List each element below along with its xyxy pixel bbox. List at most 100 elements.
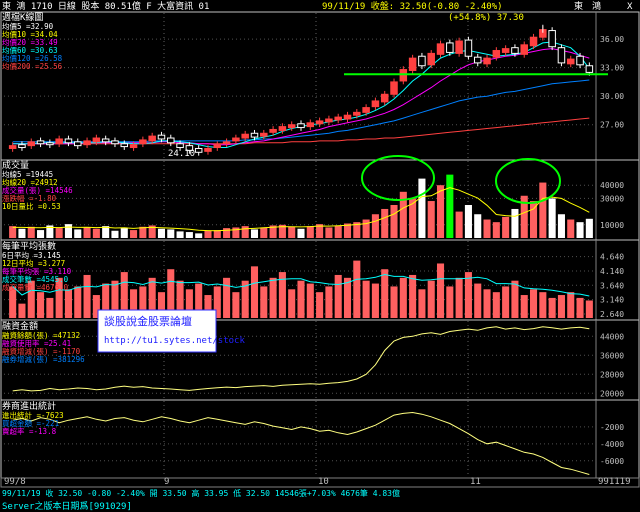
candle-body bbox=[557, 47, 566, 64]
avg-bar bbox=[232, 292, 240, 318]
volume-bar bbox=[427, 201, 435, 238]
candle-body bbox=[148, 135, 156, 142]
candle-body bbox=[92, 137, 101, 143]
volume-bar bbox=[260, 227, 268, 238]
volume-bar bbox=[464, 205, 472, 238]
volume-bar bbox=[418, 178, 426, 238]
volume-axis-tick: 30000 bbox=[600, 194, 624, 203]
candle-body bbox=[27, 141, 36, 147]
close-button[interactable]: X bbox=[627, 2, 633, 12]
volume-bar bbox=[436, 185, 445, 238]
avg-bar bbox=[502, 286, 510, 318]
header-left: 東 鴻 1710 日線 股本 80.51億 F 大富資訊 01 bbox=[2, 0, 209, 12]
avg-bar bbox=[474, 283, 482, 318]
volume-highlight-circle bbox=[495, 158, 561, 204]
candle-body bbox=[566, 58, 575, 65]
avg-bar bbox=[37, 292, 45, 318]
avg-bar bbox=[83, 274, 91, 318]
ma120-line bbox=[12, 79, 590, 143]
stock-chart: 東 鴻 1710 日線 股本 80.51億 F 大富資訊 01 99/11/19… bbox=[0, 0, 640, 512]
avg-bar bbox=[455, 277, 463, 318]
header-right-a: 東 bbox=[574, 0, 583, 12]
kline-axis-tick: 36.00 bbox=[600, 35, 624, 44]
candle-body bbox=[18, 144, 26, 149]
candle-body bbox=[464, 39, 473, 57]
candle-body bbox=[167, 137, 175, 144]
margin-axis-tick: 36000 bbox=[600, 351, 624, 360]
candle-body bbox=[334, 116, 342, 121]
volume-bar bbox=[176, 231, 184, 238]
kline-panel bbox=[4, 24, 608, 156]
avg-bar bbox=[548, 297, 556, 318]
volume-bar bbox=[483, 219, 491, 238]
candle-body bbox=[315, 120, 324, 125]
volume-bar bbox=[223, 228, 231, 238]
avg-bar bbox=[288, 289, 296, 318]
volume-bar bbox=[120, 228, 128, 238]
volume-bar bbox=[474, 214, 482, 238]
avg-bar bbox=[418, 289, 426, 318]
volume-bar bbox=[55, 228, 63, 238]
volume-bar bbox=[9, 226, 17, 238]
avg-bar bbox=[390, 286, 398, 318]
xaxis-label-3: 11 bbox=[470, 477, 481, 487]
avg-bar bbox=[446, 286, 454, 318]
avg-bar bbox=[409, 274, 417, 318]
xaxis-label-2: 10 bbox=[318, 477, 329, 487]
avg-bar bbox=[325, 286, 333, 318]
avg-bar bbox=[371, 283, 379, 318]
axis-labels: 36.00 33.00 30.00 27.00 40000 30000 10000 4.640… bbox=[600, 35, 624, 466]
header-center: 99/11/19 收盤: 32.50(-0.80 -2.40%) bbox=[322, 0, 503, 12]
avg-bar bbox=[567, 292, 575, 318]
volume-bar bbox=[576, 222, 584, 238]
candle-body bbox=[36, 140, 45, 145]
avg-bar bbox=[520, 295, 528, 318]
avg-bar bbox=[511, 280, 519, 318]
avg-bar bbox=[557, 295, 565, 318]
footer-bottom: Server之版本日期爲[991029] bbox=[2, 500, 132, 512]
avg-bar bbox=[585, 300, 593, 318]
volume-bar bbox=[27, 226, 35, 238]
candle-body bbox=[260, 132, 268, 137]
candle-body bbox=[157, 134, 166, 140]
volume-bar bbox=[92, 228, 100, 238]
xaxis-end-label: 991119 bbox=[598, 477, 631, 487]
avg-bar bbox=[250, 266, 259, 318]
volume-legend: 均線5 =19445均線20 =24912成交量(張) =14546漲跌幅 =-… bbox=[2, 169, 73, 211]
volume-bar bbox=[232, 227, 240, 238]
volume-bar bbox=[213, 230, 221, 238]
volume-bar bbox=[139, 226, 147, 238]
candle-body bbox=[427, 52, 435, 66]
volume-axis-tick: 10000 bbox=[600, 221, 624, 230]
avg-bar bbox=[269, 277, 277, 318]
watermark-url: http://tu1.sytes.net/stock bbox=[104, 336, 245, 346]
panel-frames bbox=[0, 11, 640, 488]
broker-legend-item: 賣超率 =-13.8 bbox=[2, 426, 57, 436]
avg-bar bbox=[492, 292, 500, 318]
candle-body bbox=[101, 138, 110, 143]
avg-bar bbox=[427, 280, 435, 318]
avg-axis-tick: 3.140 bbox=[600, 296, 624, 305]
candle-body bbox=[139, 139, 147, 145]
candle-body bbox=[371, 100, 380, 108]
candle-body bbox=[585, 65, 594, 73]
candle-body bbox=[129, 144, 138, 149]
avg-bar bbox=[381, 269, 389, 318]
avg-legend-item: 成交量數 =4676.0 bbox=[2, 282, 69, 292]
volume-bar bbox=[195, 233, 203, 238]
avg-bar bbox=[260, 286, 268, 318]
volume-bar bbox=[297, 228, 305, 238]
candle-body bbox=[269, 128, 277, 133]
volume-bar bbox=[185, 232, 193, 238]
candle-body bbox=[213, 144, 222, 149]
candle-body bbox=[390, 81, 398, 95]
kline-low-annotation: 24.10 bbox=[168, 149, 195, 159]
volume-bar bbox=[585, 218, 593, 238]
avg-bar bbox=[362, 280, 370, 318]
candle-body bbox=[306, 122, 315, 128]
volume-bar bbox=[334, 225, 342, 238]
candle-body bbox=[64, 138, 73, 144]
candle-body bbox=[473, 56, 482, 64]
volume-bar bbox=[502, 216, 510, 238]
header-right-b: 鴻 bbox=[592, 0, 601, 12]
